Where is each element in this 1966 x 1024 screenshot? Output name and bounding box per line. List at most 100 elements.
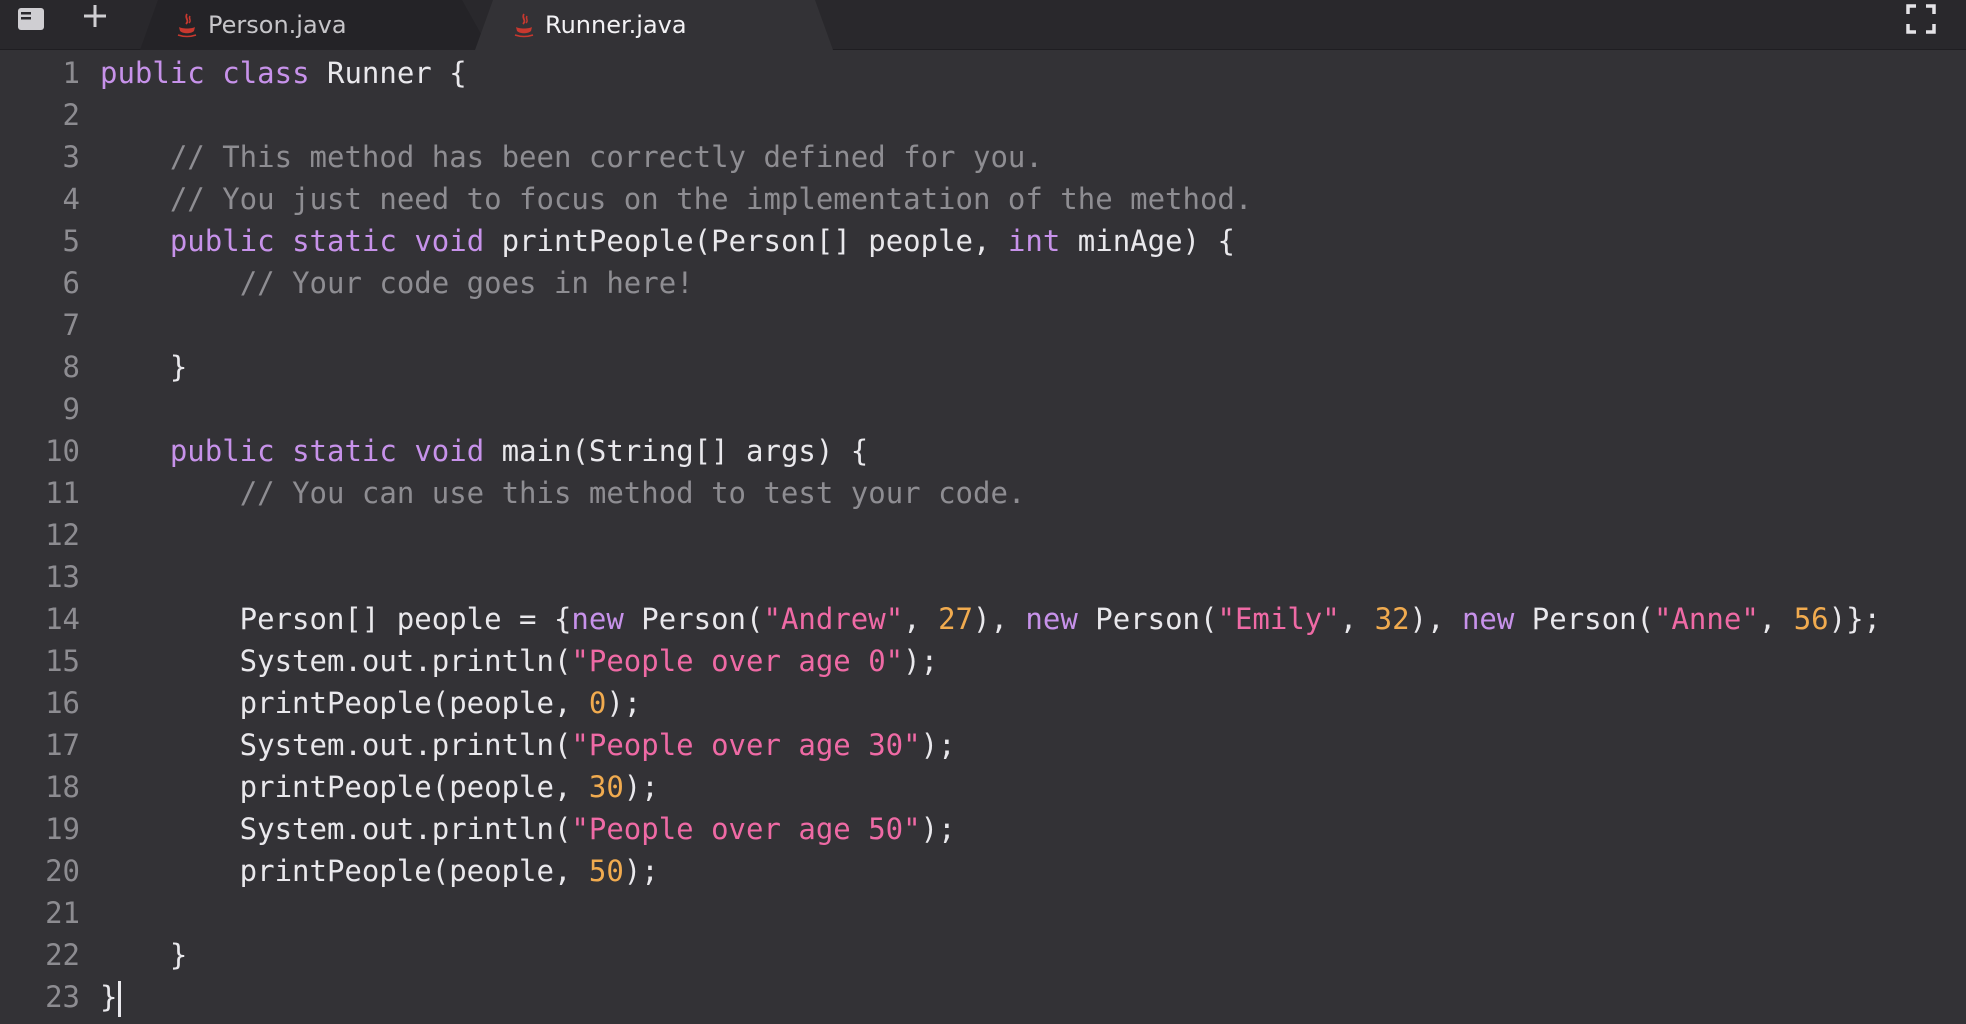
code-token: Person[] people = { [100, 602, 572, 636]
code-token: } [100, 350, 188, 384]
code-text: public static void main(String[] args) { [100, 430, 868, 472]
code-token: Person( [1077, 602, 1218, 636]
code-editor[interactable]: 1 public class Runner { 2 3 // This method … [0, 51, 1966, 1024]
code-line[interactable]: 9 [0, 388, 1966, 430]
code-token: , [1758, 602, 1794, 636]
code-line[interactable]: 17 System.out.println("People over age 3… [0, 724, 1966, 766]
tab-label: Runner.java [545, 11, 687, 39]
code-line[interactable]: 10 public static void main(String[] args… [0, 430, 1966, 472]
code-token: "Andrew" [763, 602, 904, 636]
line-number: 8 [62, 350, 80, 384]
code-line[interactable]: 4 // You just need to focus on the imple… [0, 178, 1966, 220]
code-line[interactable]: 14 Person[] people = {new Person("Andrew… [0, 598, 1966, 640]
code-token: // You just need to focus on the impleme… [169, 182, 1253, 216]
code-text: printPeople(people, 50); [100, 850, 659, 892]
code-token: public [169, 224, 275, 258]
code-line[interactable]: 11 // You can use this method to test yo… [0, 472, 1966, 514]
code-line[interactable]: 2 [0, 94, 1966, 136]
code-token: 32 [1374, 602, 1410, 636]
code-token: // You can use this method to test your … [239, 476, 1026, 510]
code-token: "People over age 30" [571, 728, 921, 762]
line-number: 14 [45, 602, 80, 636]
code-token: void [414, 434, 485, 468]
fullscreen-button[interactable] [1904, 2, 1938, 36]
code-line[interactable]: 5 public static void printPeople(Person[… [0, 220, 1966, 262]
code-line[interactable]: 8 } [0, 346, 1966, 388]
code-token: new [1025, 602, 1078, 636]
code-token: ); [623, 770, 659, 804]
line-number: 12 [45, 518, 80, 552]
code-token: Person( [623, 602, 764, 636]
code-token: Person( [1514, 602, 1655, 636]
code-line[interactable]: 21 [0, 892, 1966, 934]
code-text: } [100, 976, 122, 1018]
code-text: public static void printPeople(Person[] … [100, 220, 1235, 262]
new-tab-button[interactable] [80, 1, 110, 31]
code-token: 56 [1793, 602, 1829, 636]
code-token: ), [1409, 602, 1462, 636]
tab-runner-java[interactable]: Runner.java [475, 0, 835, 50]
code-line[interactable]: 18 printPeople(people, 30); [0, 766, 1966, 808]
fullscreen-icon [1906, 4, 1936, 34]
code-text: Person[] people = {new Person("Andrew", … [100, 598, 1881, 640]
code-line[interactable]: 3 // This method has been correctly defi… [0, 136, 1966, 178]
code-line[interactable]: 7 [0, 304, 1966, 346]
code-token: "Anne" [1654, 602, 1759, 636]
line-number: 17 [45, 728, 80, 762]
code-token: 0 [588, 686, 607, 720]
code-token: "People over age 50" [571, 812, 921, 846]
code-token: )}; [1828, 602, 1882, 636]
tab-person-java[interactable]: Person.java [140, 0, 490, 50]
code-line[interactable]: 15 System.out.println("People over age 0… [0, 640, 1966, 682]
code-token: 27 [938, 602, 974, 636]
sidebar-toggle-button[interactable] [16, 4, 46, 34]
code-token: "Emily" [1217, 602, 1340, 636]
code-token: 50 [588, 854, 624, 888]
code-text: printPeople(people, 30); [100, 766, 659, 808]
plus-icon [84, 5, 106, 27]
code-token: , [1339, 602, 1375, 636]
line-number: 6 [62, 266, 80, 300]
code-line[interactable]: 19 System.out.println("People over age 5… [0, 808, 1966, 850]
line-number: 20 [45, 854, 80, 888]
code-line[interactable]: 23} [0, 976, 1966, 1018]
code-token: } [100, 938, 188, 972]
code-line[interactable]: 13 [0, 556, 1966, 598]
code-token: printPeople(people, [100, 686, 589, 720]
line-number: 5 [62, 224, 80, 258]
code-line[interactable]: 22 } [0, 934, 1966, 976]
code-token: "People over age 0" [571, 644, 904, 678]
code-text: public class Runner { [100, 52, 467, 94]
code-line[interactable]: 12 [0, 514, 1966, 556]
code-line[interactable]: 16 printPeople(people, 0); [0, 682, 1966, 724]
tab-label: Person.java [208, 11, 347, 39]
code-token: 30 [588, 770, 624, 804]
line-number: 23 [45, 980, 80, 1014]
code-line[interactable]: 1 public class Runner { [0, 52, 1966, 94]
code-token: , [903, 602, 939, 636]
code-token: new [1461, 602, 1515, 636]
code-line[interactable]: 20 printPeople(people, 50); [0, 850, 1966, 892]
line-number: 19 [45, 812, 80, 846]
line-number: 3 [62, 140, 80, 174]
code-token: main(String[] args) { [484, 434, 869, 468]
code-token: static [292, 434, 397, 468]
code-token: minAge) { [1060, 224, 1235, 258]
code-token: static [292, 224, 397, 258]
code-text: // You can use this method to test your … [100, 472, 1026, 514]
text-cursor [118, 981, 122, 1017]
java-icon [176, 12, 198, 38]
code-text: // You just need to focus on the impleme… [100, 178, 1253, 220]
code-token: int [1007, 224, 1061, 258]
line-number: 4 [62, 182, 80, 216]
line-number: 2 [62, 98, 80, 132]
code-token: new [571, 602, 624, 636]
code-line[interactable]: 6 // Your code goes in here! [0, 262, 1966, 304]
